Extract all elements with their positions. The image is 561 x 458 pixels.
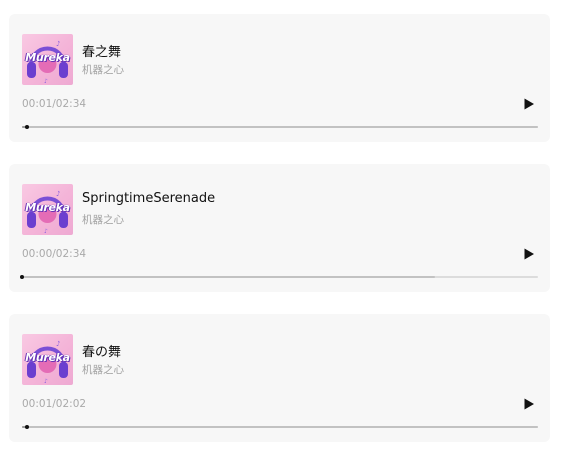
cover-logo-text: Mureka: [25, 351, 70, 364]
track-artist: 机器之心: [82, 64, 124, 76]
music-player-card: ♪ ♪ Mureka SpringtimeSerenade 机器之心 00:00…: [9, 164, 550, 292]
music-player-card: ♪ ♪ Mureka 春の舞 机器之心 00:01/02:02: [9, 314, 550, 442]
track-title: SpringtimeSerenade: [82, 191, 216, 206]
play-icon: [524, 398, 534, 410]
svg-text:♪: ♪: [56, 190, 60, 198]
progress-slider[interactable]: [22, 125, 538, 129]
album-cover: ♪ ♪ Mureka: [22, 334, 73, 385]
play-button[interactable]: [522, 247, 536, 261]
svg-text:♪: ♪: [56, 340, 60, 348]
progress-thumb[interactable]: [25, 425, 30, 429]
svg-text:♪: ♪: [44, 378, 48, 385]
track-artist: 机器之心: [82, 214, 124, 226]
play-button[interactable]: [522, 397, 536, 411]
progress-buffered: [22, 426, 538, 428]
playback-time: 00:01/02:34: [22, 98, 87, 110]
playback-time: 00:00/02:34: [22, 248, 87, 260]
play-button[interactable]: [522, 97, 536, 111]
progress-slider[interactable]: [22, 425, 538, 429]
cover-logo-text: Mureka: [25, 51, 70, 64]
track-title: 春之舞: [82, 45, 122, 60]
progress-thumb[interactable]: [25, 125, 30, 129]
play-icon: [524, 248, 534, 260]
music-player-card: ♪ ♪ Mureka 春之舞 机器之心 00:01/02:34: [9, 14, 550, 142]
svg-text:♪: ♪: [44, 78, 48, 85]
album-cover: ♪ ♪ Mureka: [22, 34, 73, 85]
music-player-list: ♪ ♪ Mureka 春之舞 机器之心 00:01/02:34 ♪ ♪ Mure…: [0, 0, 561, 458]
album-cover: ♪ ♪ Mureka: [22, 184, 73, 235]
play-icon: [524, 98, 534, 110]
track-title: 春の舞: [82, 345, 122, 360]
svg-text:♪: ♪: [44, 228, 48, 235]
svg-text:♪: ♪: [56, 40, 60, 48]
progress-buffered: [22, 276, 435, 278]
progress-slider[interactable]: [20, 275, 538, 279]
playback-time: 00:01/02:02: [22, 398, 87, 410]
cover-logo-text: Mureka: [25, 201, 70, 214]
progress-buffered: [22, 126, 538, 128]
progress-thumb[interactable]: [20, 275, 24, 279]
track-artist: 机器之心: [82, 364, 124, 376]
